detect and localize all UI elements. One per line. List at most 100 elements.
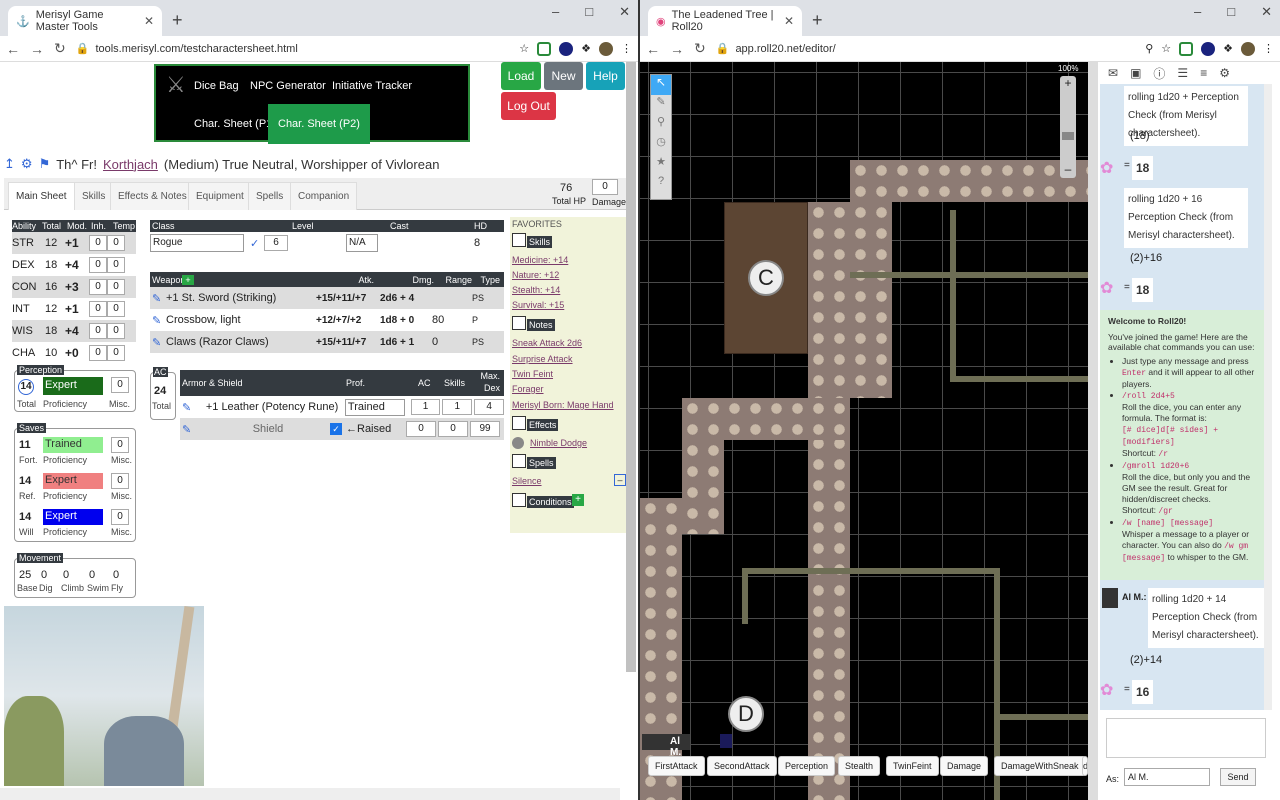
- will-misc-input[interactable]: 0: [111, 509, 129, 525]
- weapon-damage[interactable]: 1d8 + 0: [380, 315, 432, 326]
- edit-class-icon[interactable]: ✓: [244, 237, 262, 250]
- nav-char-sheet-p1[interactable]: Char. Sheet (P1): [194, 118, 276, 130]
- ability-inh-input[interactable]: 0: [89, 301, 107, 317]
- chat-input[interactable]: [1106, 718, 1266, 758]
- tab-spells[interactable]: Spells: [248, 182, 292, 210]
- minimize-icon[interactable]: –: [1194, 4, 1201, 20]
- zoom-slider[interactable]: + –: [1060, 76, 1076, 178]
- favorite-spell-link[interactable]: Silence: [512, 476, 542, 486]
- chevron-down-icon[interactable]: [512, 454, 526, 468]
- macro-button[interactable]: FirstAttack: [648, 756, 705, 776]
- weapon-damage[interactable]: 1d6 + 1: [380, 337, 432, 348]
- url-field[interactable]: tools.merisyl.com/testcharactersheet.htm…: [95, 43, 297, 55]
- weapon-attack[interactable]: +15/+11/+7: [316, 293, 380, 304]
- chevron-down-icon[interactable]: [512, 493, 526, 507]
- new-tab-icon[interactable]: +: [812, 10, 823, 31]
- url-field[interactable]: app.roll20.net/editor/: [735, 43, 835, 55]
- tab-effects-notes[interactable]: Effects & Notes: [110, 182, 195, 210]
- macro-button[interactable]: Stealth: [838, 756, 881, 776]
- will-proficiency-select[interactable]: Expert: [43, 509, 103, 525]
- nav-dice-bag[interactable]: Dice Bag: [194, 80, 239, 92]
- select-tool-icon[interactable]: ↖: [651, 75, 671, 95]
- favorite-note-link[interactable]: Sneak Attack 2d6: [512, 338, 582, 348]
- browser-tab-roll20[interactable]: ◉ The Leadened Tree | Roll20 ✕: [648, 6, 802, 36]
- chat-tab-icon[interactable]: ✉: [1108, 66, 1118, 80]
- help-tool-icon[interactable]: ?: [651, 175, 671, 195]
- tab-main-sheet[interactable]: Main Sheet: [8, 182, 75, 210]
- armor-row[interactable]: ✎ +1 Leather (Potency Rune) Trained 1 1 4: [180, 396, 504, 418]
- perception-misc-input[interactable]: 0: [111, 377, 129, 393]
- trophy-icon[interactable]: ⚑: [39, 156, 51, 172]
- load-button[interactable]: Load: [501, 62, 541, 90]
- character-name-link[interactable]: Korthjach: [103, 157, 158, 172]
- weapon-row[interactable]: ✎ +1 St. Sword (Striking) +15/+11/+7 2d6 + …: [150, 287, 504, 309]
- new-tab-icon[interactable]: +: [172, 10, 183, 31]
- extension-icon[interactable]: [1179, 41, 1194, 56]
- help-button[interactable]: Help: [586, 62, 625, 90]
- weapon-damage[interactable]: 2d6 + 4: [380, 293, 432, 304]
- avatar[interactable]: [599, 41, 613, 56]
- extension-icon[interactable]: [1201, 41, 1216, 56]
- nav-char-sheet-p2[interactable]: Char. Sheet (P2): [268, 104, 370, 144]
- close-tab-icon[interactable]: ✕: [784, 14, 794, 28]
- ability-temp-input[interactable]: 0: [107, 323, 125, 339]
- ability-temp-input[interactable]: 0: [107, 279, 125, 295]
- weapon-row[interactable]: ✎ Claws (Razor Claws) +15/+11/+7 1d6 + 1 0 PS: [150, 331, 504, 353]
- forward-icon[interactable]: →: [30, 41, 44, 57]
- edit-pencil-icon[interactable]: ✎: [150, 314, 166, 327]
- chevron-down-icon[interactable]: [512, 316, 526, 330]
- favorite-skill-link[interactable]: Nature: +12: [512, 270, 559, 280]
- maximize-icon[interactable]: □: [585, 4, 593, 20]
- perception-total[interactable]: 14: [18, 379, 34, 395]
- browser-tab-merisyl[interactable]: ⚓ Merisyl Game Master Tools ✕: [8, 6, 162, 36]
- avatar[interactable]: [1241, 41, 1255, 56]
- chevron-down-icon[interactable]: [512, 416, 526, 430]
- puzzle-icon[interactable]: ❖: [581, 42, 591, 55]
- ability-inh-input[interactable]: 0: [89, 323, 107, 339]
- speaking-as-select[interactable]: Al M.: [1124, 768, 1210, 786]
- tab-companion[interactable]: Companion: [290, 182, 358, 210]
- chat-scrollbar[interactable]: [1264, 84, 1272, 710]
- ability-inh-input[interactable]: 0: [89, 235, 107, 251]
- map-token[interactable]: D: [728, 696, 764, 732]
- map-token[interactable]: C: [748, 260, 784, 296]
- favorite-note-link[interactable]: Merisyl Born: Mage Hand: [512, 400, 614, 410]
- list-tab-icon[interactable]: ≡: [1200, 66, 1207, 80]
- armor-skills-input[interactable]: 1: [442, 399, 473, 415]
- extension-icon[interactable]: [537, 41, 552, 56]
- armor-ac-input[interactable]: 1: [410, 399, 441, 415]
- favorite-note-link[interactable]: Forager: [512, 384, 544, 394]
- favorite-effect-link[interactable]: Nimble Dodge: [530, 438, 587, 448]
- logout-button[interactable]: Log Out: [501, 92, 556, 120]
- info-tab-icon[interactable]: ⓘ: [1153, 65, 1165, 82]
- favorite-note-link[interactable]: Twin Feint: [512, 369, 553, 379]
- zoom-icon[interactable]: ⚲: [1145, 42, 1153, 55]
- minimize-icon[interactable]: –: [552, 4, 559, 20]
- collapse-icon[interactable]: –: [614, 474, 626, 486]
- maximize-icon[interactable]: □: [1227, 4, 1235, 20]
- journal-tab-icon[interactable]: ☰: [1177, 66, 1188, 80]
- chevron-down-icon[interactable]: [512, 233, 526, 247]
- ability-temp-input[interactable]: 0: [107, 345, 125, 361]
- ability-temp-input[interactable]: 0: [107, 301, 125, 317]
- ability-inh-input[interactable]: 0: [89, 345, 107, 361]
- zoom-tool-icon[interactable]: ⚲: [651, 115, 671, 135]
- macro-button[interactable]: Damage: [940, 756, 989, 776]
- back-icon[interactable]: ←: [6, 41, 20, 57]
- draw-tool-icon[interactable]: ✎: [651, 95, 671, 115]
- zoom-handle[interactable]: [1062, 132, 1074, 140]
- star-icon[interactable]: ☆: [519, 42, 529, 55]
- puzzle-icon[interactable]: ❖: [1223, 42, 1233, 55]
- weapon-attack[interactable]: +15/+11/+7: [316, 337, 380, 348]
- class-select[interactable]: Rogue: [150, 234, 244, 252]
- shield-ac-input[interactable]: 0: [406, 421, 436, 437]
- new-button[interactable]: New: [544, 62, 583, 90]
- star-icon[interactable]: ☆: [1161, 42, 1171, 55]
- settings-tab-icon[interactable]: ⚙: [1219, 66, 1230, 80]
- armor-maxdex-input[interactable]: 4: [474, 399, 504, 415]
- nav-npc-generator[interactable]: NPC Generator: [250, 80, 326, 92]
- favorite-note-link[interactable]: Surprise Attack: [512, 354, 573, 364]
- fort-proficiency-select[interactable]: Trained: [43, 437, 103, 453]
- edit-pencil-icon[interactable]: ✎: [180, 401, 206, 414]
- gear-icon[interactable]: ⚙: [21, 156, 33, 172]
